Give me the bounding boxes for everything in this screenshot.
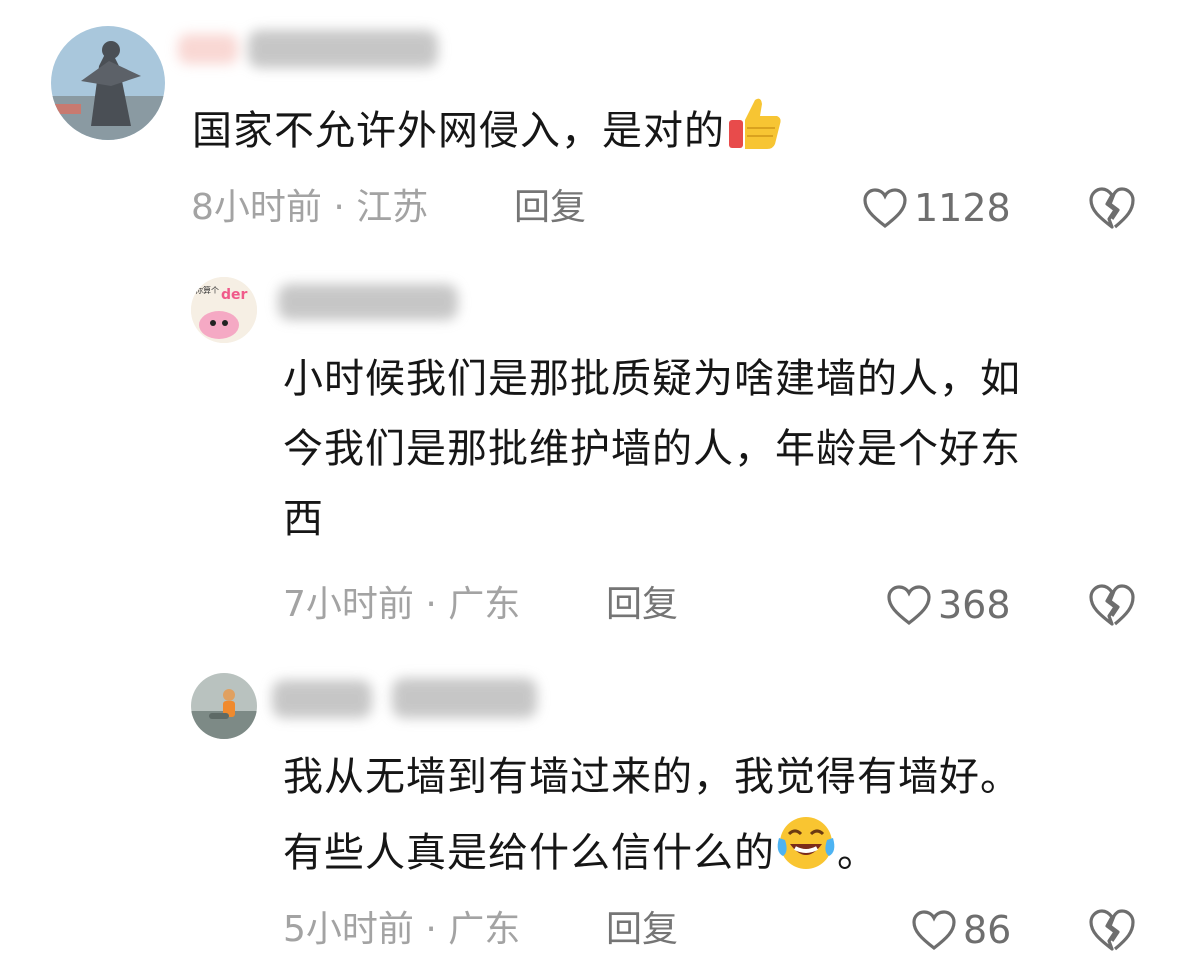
heart-icon [862, 187, 908, 229]
reply-button[interactable]: 回复 [606, 908, 678, 952]
location: 广东 [448, 584, 521, 625]
comment-line: 有些人真是给什么信什么的。 [283, 812, 1163, 896]
username-blurred[interactable] [178, 22, 448, 77]
comment-line: 今我们是那批维护墙的人，年龄是个好东 [283, 426, 1021, 472]
heart-icon [911, 909, 957, 951]
dislike-button[interactable] [1088, 186, 1136, 234]
avatar[interactable] [191, 673, 257, 739]
timestamp: 7小时前 [283, 584, 414, 625]
avatar-text: der [221, 287, 248, 303]
avatar-caption: 你算个 [195, 285, 219, 295]
separator: · [333, 187, 345, 228]
like-button[interactable]: 368 [886, 583, 1011, 627]
avatar[interactable] [51, 26, 165, 140]
separator: · [425, 584, 437, 625]
timestamp: 5小时前 [283, 909, 414, 950]
comment-text: 小时候我们是那批质疑为啥建墙的人，如 今我们是那批维护墙的人，年龄是个好东 西 [283, 344, 1163, 554]
broken-heart-icon [1088, 583, 1136, 627]
like-button[interactable]: 1128 [862, 186, 1011, 230]
comment-text: 我从无墙到有墙过来的，我觉得有墙好。 有些人真是给什么信什么的。 [283, 742, 1163, 896]
location: 广东 [448, 909, 521, 950]
comment-meta: 5小时前 · 广东 [283, 908, 520, 952]
like-count: 1128 [914, 186, 1011, 230]
location: 江苏 [356, 187, 429, 228]
comment-line: 小时候我们是那批质疑为啥建墙的人，如 [283, 356, 1021, 402]
dislike-button[interactable] [1088, 908, 1136, 956]
comment-meta: 7小时前 · 广东 [283, 583, 520, 627]
like-button[interactable]: 86 [911, 908, 1011, 952]
username-blurred[interactable] [278, 276, 463, 328]
comment-line: 我从无墙到有墙过来的，我觉得有墙好。 [283, 754, 1021, 800]
reply-button[interactable]: 回复 [514, 186, 586, 230]
comment-text: 国家不允许外网侵入，是对的 [192, 94, 1092, 174]
dislike-button[interactable] [1088, 583, 1136, 631]
comment-meta: 8小时前 · 江苏 [191, 186, 428, 230]
like-count: 368 [938, 583, 1011, 627]
broken-heart-icon [1088, 908, 1136, 952]
thumbs-up-icon [725, 94, 783, 174]
heart-icon [886, 584, 932, 626]
like-count: 86 [963, 908, 1012, 952]
separator: · [425, 909, 437, 950]
avatar[interactable]: 你算个 der [191, 277, 257, 343]
laughing-tears-icon [775, 812, 837, 896]
comment-line: 西 [283, 496, 324, 542]
timestamp: 8小时前 [191, 187, 322, 228]
reply-button[interactable]: 回复 [606, 583, 678, 627]
username-blurred[interactable] [272, 670, 542, 730]
broken-heart-icon [1088, 186, 1136, 230]
